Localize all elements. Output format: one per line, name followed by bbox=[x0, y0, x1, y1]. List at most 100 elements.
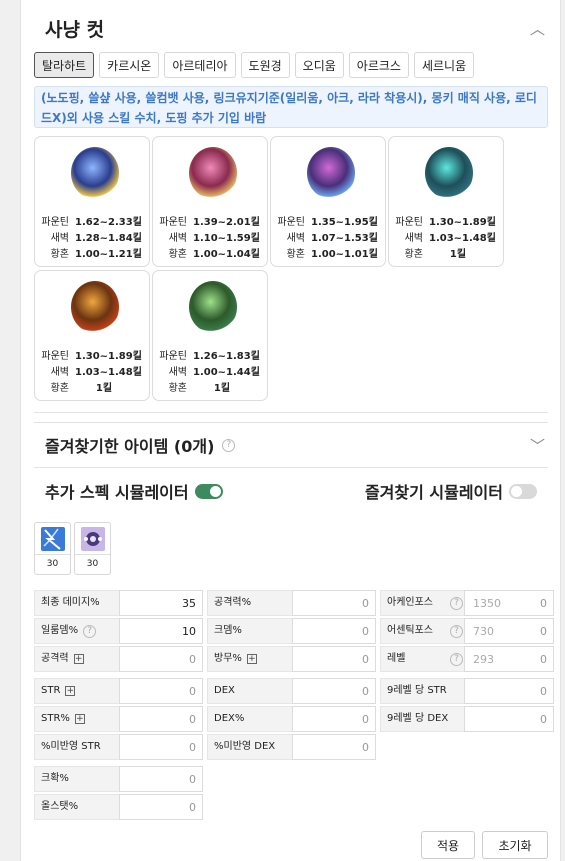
stat-input-label-text: STR% bbox=[41, 713, 70, 724]
stat-input[interactable]: 0 bbox=[292, 706, 376, 732]
boss-stats: 파운틴 1.62~2.33킬 새벽 1.28~1.84킬 황혼 1.00~1.21킬 bbox=[41, 215, 147, 263]
simulator-row: 추가 스펙 시뮬레이터 즐겨찾기 시뮬레이터 bbox=[45, 478, 537, 504]
stat-label: 파운틴 bbox=[159, 217, 187, 228]
boss-stats: 파운틴 1.30~1.89킬 새벽 1.03~1.48킬 황혼 1킬 bbox=[41, 349, 147, 397]
boss-stats: 파운틴 1.35~1.95킬 새벽 1.07~1.53킬 황혼 1.00~1.01킬 bbox=[277, 215, 383, 263]
stat-input[interactable]: 35 bbox=[119, 590, 203, 616]
help-icon[interactable]: ? bbox=[222, 438, 236, 452]
tab-3[interactable]: 도원경 bbox=[240, 52, 290, 78]
boss-stats: 파운틴 1.39~2.01킬 새벽 1.10~1.59킬 황혼 1.00~1.04킬 bbox=[159, 215, 265, 263]
tab-1[interactable]: 카르시온 bbox=[99, 52, 160, 78]
stat-row: 파운틴 1.35~1.95킬 bbox=[277, 215, 383, 231]
stat-row: 황혼 1킬 bbox=[159, 381, 265, 397]
help-icon[interactable]: ? bbox=[450, 652, 463, 666]
plus-icon[interactable]: + bbox=[73, 654, 84, 664]
stat-input[interactable]: 10 bbox=[119, 618, 203, 644]
skill-gear-icon bbox=[75, 523, 110, 555]
stat-input-row: 9레벨 당 DEX 0 bbox=[380, 706, 554, 732]
skill-slot[interactable]: 30 bbox=[34, 522, 71, 575]
skill-slot[interactable]: 30 bbox=[74, 522, 111, 575]
stat-input[interactable]: 0 bbox=[119, 706, 203, 732]
tab-0[interactable]: 탈라하트 bbox=[34, 52, 95, 78]
tab-2[interactable]: 아르테리아 bbox=[164, 52, 236, 78]
plus-icon[interactable]: + bbox=[74, 714, 85, 724]
stat-label: 새벽 bbox=[50, 233, 69, 244]
stat-value: 1.00~1.21킬 bbox=[75, 249, 142, 260]
help-icon[interactable]: ? bbox=[450, 624, 463, 638]
spec-simulator-toggle[interactable] bbox=[194, 483, 223, 499]
stat-row: 황혼 1.00~1.04킬 bbox=[159, 247, 265, 263]
stat-input-row: STR +0 bbox=[34, 678, 203, 704]
boss-card[interactable]: 파운틴 1.62~2.33킬 새벽 1.28~1.84킬 황혼 1.00~1.21킬 bbox=[34, 136, 150, 267]
stat-input-label-text: 공격력% bbox=[214, 597, 252, 608]
monster-icon bbox=[189, 147, 237, 199]
plus-icon[interactable]: + bbox=[246, 654, 257, 664]
stat-input-row: STR% +0 bbox=[34, 706, 203, 732]
stat-input[interactable]: 0 bbox=[119, 678, 203, 704]
stat-input-label: 최종 데미지% bbox=[34, 590, 119, 616]
stat-label: 새벽 bbox=[404, 233, 423, 244]
reset-button[interactable]: 초기화 bbox=[482, 831, 548, 859]
plus-icon[interactable]: + bbox=[65, 686, 76, 696]
stat-input-row: 일룸뎀%? 10 bbox=[34, 618, 203, 644]
tab-6[interactable]: 세르니움 bbox=[413, 52, 475, 78]
stat-input[interactable]: 0 bbox=[464, 706, 554, 732]
stat-value: 1.30~1.89킬 bbox=[75, 351, 142, 362]
stat-input-label-text: %미반영 STR bbox=[41, 741, 101, 752]
stat-input[interactable]: 0 bbox=[292, 678, 376, 704]
stat-input[interactable]: 293 0 bbox=[464, 646, 554, 672]
stat-row: 파운틴 1.39~2.01킬 bbox=[159, 215, 265, 231]
skill-icons: 30 30 bbox=[34, 522, 111, 575]
hunting-cut-header[interactable]: 사냥 컷 ︿ bbox=[45, 14, 545, 42]
tab-5[interactable]: 아르크스 bbox=[348, 52, 409, 78]
stat-row: 새벽 1.28~1.84킬 bbox=[41, 231, 147, 247]
fav-simulator-toggle[interactable] bbox=[509, 483, 537, 499]
stat-row: 황혼 1킬 bbox=[395, 247, 501, 263]
stat-label: 새벽 bbox=[168, 367, 187, 378]
map-tabs: 탈라하트 카르시온 아르테리아 도원경 오디움 아르크스 세르니움 bbox=[34, 52, 475, 78]
boss-card[interactable]: 파운틴 1.30~1.89킬 새벽 1.03~1.48킬 황혼 1킬 bbox=[388, 136, 504, 267]
chevron-down-icon[interactable]: ﹀ bbox=[530, 435, 545, 456]
stat-input-value: 0 bbox=[540, 652, 547, 666]
stat-input[interactable]: 0 bbox=[292, 618, 376, 644]
favorite-items-header[interactable]: 즐겨찾기한 아이템 (0개) ? ﹀ bbox=[45, 432, 545, 458]
stat-input-row: 공격력 +0 bbox=[34, 646, 203, 672]
apply-button[interactable]: 적용 bbox=[421, 831, 475, 859]
stat-input[interactable]: 1350 0 bbox=[464, 590, 554, 616]
stat-input-label: 9레벨 당 STR bbox=[380, 678, 464, 704]
stat-input-label: 아케인포스 bbox=[380, 590, 450, 616]
stat-input[interactable]: 0 bbox=[292, 646, 376, 672]
stat-input-label: 크확% bbox=[34, 766, 119, 792]
stat-input-value: 0 bbox=[540, 624, 547, 638]
stat-input[interactable]: 0 bbox=[119, 794, 203, 820]
stat-label: 새벽 bbox=[168, 233, 187, 244]
monster-icon bbox=[307, 147, 355, 199]
stat-input[interactable]: 0 bbox=[464, 678, 554, 704]
tab-4[interactable]: 오디움 bbox=[294, 52, 344, 78]
stat-value: 1킬 bbox=[449, 249, 467, 260]
help-icon[interactable]: ? bbox=[450, 596, 463, 610]
help-area: ? bbox=[450, 646, 464, 672]
stat-input[interactable]: 730 0 bbox=[464, 618, 554, 644]
stat-input-row: 크뎀% 0 bbox=[207, 618, 376, 644]
stat-row: 파운틴 1.30~1.89킬 bbox=[41, 349, 147, 365]
stat-input[interactable]: 0 bbox=[119, 734, 203, 760]
chevron-up-icon[interactable]: ︿ bbox=[530, 18, 545, 39]
monster-icon bbox=[425, 147, 473, 199]
stat-input[interactable]: 0 bbox=[292, 590, 376, 616]
divider bbox=[34, 467, 548, 468]
boss-card[interactable]: 파운틴 1.30~1.89킬 새벽 1.03~1.48킬 황혼 1킬 bbox=[34, 270, 150, 401]
stat-input-row: 9레벨 당 STR 0 bbox=[380, 678, 554, 704]
stat-input[interactable]: 0 bbox=[119, 766, 203, 792]
stat-input[interactable]: 0 bbox=[292, 734, 376, 760]
help-area: ? bbox=[450, 618, 464, 644]
monster-icon bbox=[71, 147, 119, 199]
boss-card[interactable]: 파운틴 1.39~2.01킬 새벽 1.10~1.59킬 황혼 1.00~1.04킬 bbox=[152, 136, 268, 267]
boss-stats: 파운틴 1.26~1.83킬 새벽 1.00~1.44킬 황혼 1킬 bbox=[159, 349, 265, 397]
stat-input[interactable]: 0 bbox=[119, 646, 203, 672]
boss-card[interactable]: 파운틴 1.35~1.95킬 새벽 1.07~1.53킬 황혼 1.00~1.01킬 bbox=[270, 136, 386, 267]
stat-value: 1킬 bbox=[95, 383, 113, 394]
boss-card[interactable]: 파운틴 1.26~1.83킬 새벽 1.00~1.44킬 황혼 1킬 bbox=[152, 270, 268, 401]
stat-input-row: 최종 데미지% 35 bbox=[34, 590, 203, 616]
help-icon[interactable]: ? bbox=[83, 624, 97, 638]
